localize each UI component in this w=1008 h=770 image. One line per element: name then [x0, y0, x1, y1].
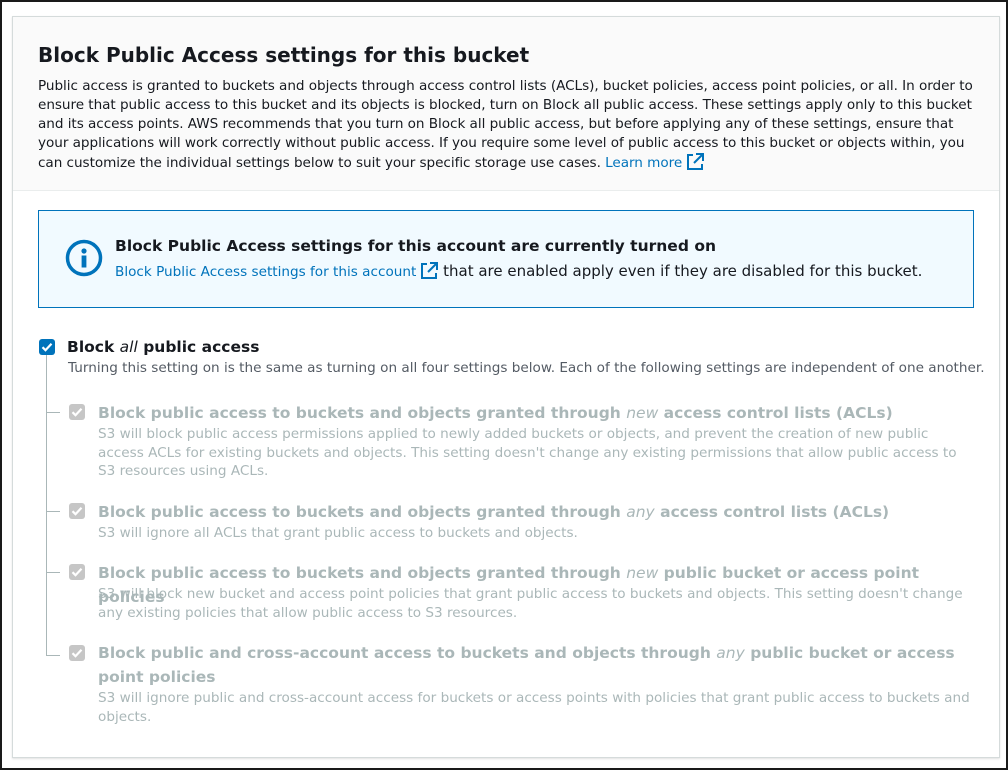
block-public-access-panel: Block Public Access settings for this bu… [12, 16, 1000, 758]
setting-any-acls-checkbox[interactable] [69, 503, 85, 519]
label-pre: Block public and cross-account access to… [98, 644, 717, 662]
account-settings-link[interactable]: Block Public Access settings for this ac… [115, 262, 439, 280]
setting-new-acls-label: Block public access to buckets and objec… [98, 401, 978, 425]
tree-branch [46, 655, 60, 656]
label-pre: Block public access to buckets and objec… [98, 564, 627, 582]
setting-any-policies-description: S3 will ignore public and cross-account … [98, 690, 970, 725]
label-em: any [626, 503, 655, 521]
label-em: new [626, 564, 659, 582]
block-all-label-post: public access [137, 338, 260, 356]
checkmark-icon [71, 648, 83, 658]
block-all-label-pre: Block [67, 338, 120, 356]
block-all-label[interactable]: Block all public access [67, 336, 259, 358]
setting-new-acls-checkbox[interactable] [69, 404, 85, 420]
external-link-icon [420, 262, 439, 287]
setting-new-policies-checkbox[interactable] [69, 564, 85, 580]
label-pre: Block public access to buckets and objec… [98, 404, 627, 422]
checkmark-icon [41, 342, 53, 352]
info-alert-title: Block Public Access settings for this ac… [115, 237, 716, 255]
block-all-checkbox[interactable] [39, 339, 55, 355]
screenshot-frame: Block Public Access settings for this bu… [0, 0, 1008, 770]
setting-any-acls-description: S3 will ignore all ACLs that grant publi… [98, 525, 578, 541]
checkmark-icon [71, 506, 83, 516]
learn-more-link[interactable]: Learn more [605, 153, 705, 171]
description-text: Public access is granted to buckets and … [38, 78, 973, 171]
tree-branch [46, 412, 60, 413]
label-post: access control lists (ACLs) [654, 503, 890, 521]
panel-header: Block Public Access settings for this bu… [13, 17, 999, 191]
label-em: new [626, 404, 659, 422]
tree-connector [46, 355, 47, 656]
setting-any-policies-checkbox[interactable] [69, 645, 85, 661]
account-settings-link-label: Block Public Access settings for this ac… [115, 264, 417, 280]
label-em: any [716, 644, 745, 662]
setting-any-acls-label: Block public access to buckets and objec… [98, 500, 978, 524]
setting-any-policies-label: Block public and cross-account access to… [98, 641, 978, 689]
account-settings-info-alert: Block Public Access settings for this ac… [38, 210, 974, 308]
setting-new-acls-description: S3 will block public access permissions … [98, 426, 957, 479]
info-circle-icon [65, 239, 103, 281]
info-alert-text: that are enabled apply even if they are … [443, 262, 923, 280]
checkmark-icon [71, 567, 83, 577]
external-link-icon [686, 153, 705, 177]
label-pre: Block public access to buckets and objec… [98, 503, 627, 521]
tree-branch [46, 511, 60, 512]
block-all-label-em: all [119, 338, 138, 356]
info-alert-body: Block Public Access settings for this ac… [115, 260, 953, 287]
block-all-description: Turning this setting on is the same as t… [68, 360, 985, 376]
tree-branch [46, 572, 60, 573]
section-description: Public access is granted to buckets and … [38, 77, 974, 177]
label-post: access control lists (ACLs) [658, 404, 893, 422]
setting-new-policies-description: S3 will block new bucket and access poin… [98, 586, 963, 621]
page-title: Block Public Access settings for this bu… [38, 43, 530, 67]
checkmark-icon [71, 407, 83, 417]
learn-more-label: Learn more [605, 155, 683, 171]
